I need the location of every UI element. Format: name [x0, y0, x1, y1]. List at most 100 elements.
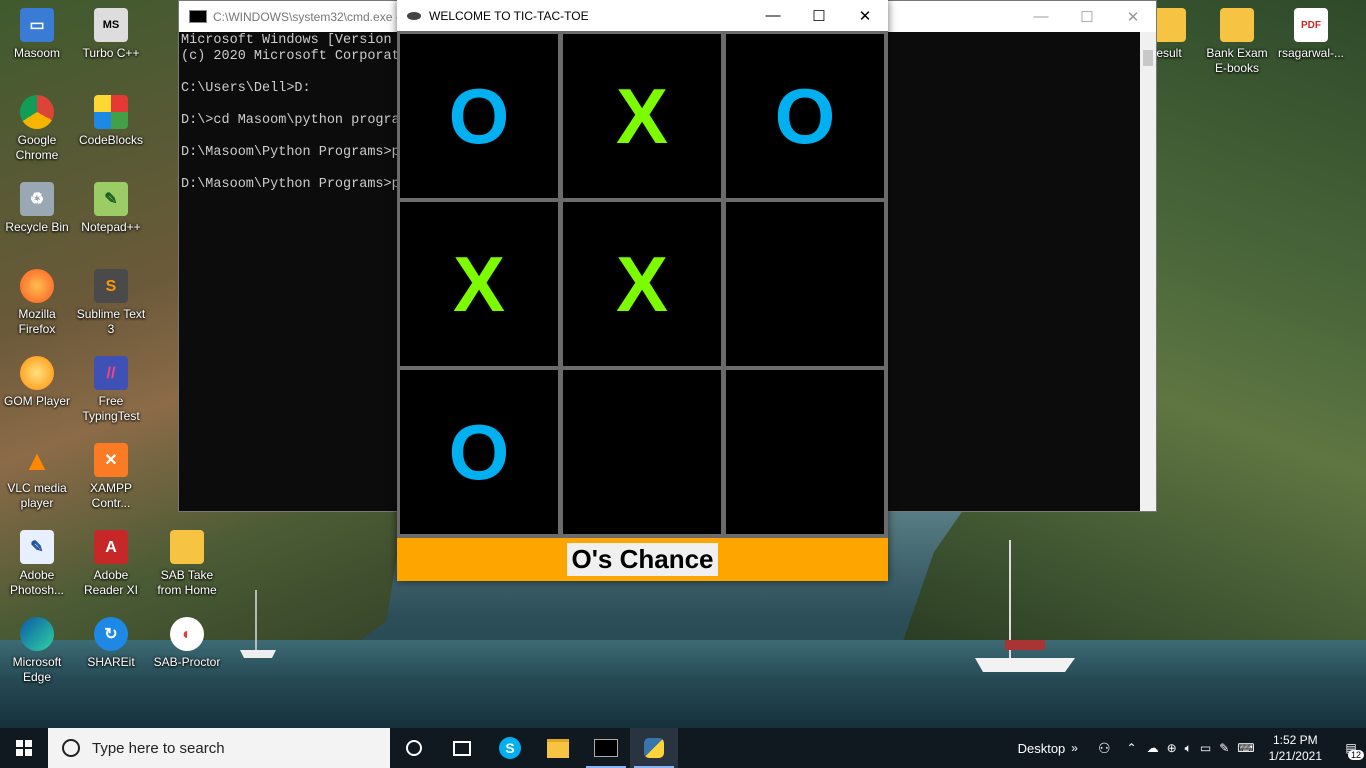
turbo-cpp-icon: MS	[94, 8, 128, 42]
turn-status-bar: O's Chance	[397, 538, 888, 581]
board-cell-2[interactable]: X	[563, 34, 721, 198]
globe-icon[interactable]: ⊕	[1167, 741, 1177, 755]
desktop-icon-label: XAMPP Contr...	[89, 481, 132, 510]
desktop-icon-sublime[interactable]: S Sublime Text 3	[74, 269, 148, 337]
chrome-icon	[20, 95, 54, 129]
taskbar-file-explorer[interactable]	[534, 728, 582, 768]
desktop-icon-label: Adobe Photosh...	[9, 568, 65, 597]
desktop-icon-codeblocks[interactable]: CodeBlocks	[74, 95, 148, 148]
close-button[interactable]: ✕	[1110, 1, 1156, 32]
skype-icon: S	[499, 737, 521, 759]
sailboat-right	[975, 540, 1075, 672]
taskbar-python[interactable]	[630, 728, 678, 768]
desktop-icon-firefox[interactable]: Mozilla Firefox	[0, 269, 74, 337]
tictactoe-titlebar[interactable]: WELCOME TO TIC-TAC-TOE — ☐ ✕	[397, 0, 888, 31]
start-button[interactable]	[0, 728, 48, 768]
board-cell-3[interactable]: O	[726, 34, 884, 198]
desktop-icon-notepadpp[interactable]: ✎ Notepad++	[74, 182, 148, 235]
desktop-icon-sab-proctor[interactable]: ◐ SAB-Proctor	[150, 617, 224, 670]
desktop-icon-shareit[interactable]: ↻ SHAREit	[74, 617, 148, 670]
user-folder-icon: ▭	[20, 8, 54, 42]
desktop-icon-adobe-reader[interactable]: A Adobe Reader XI	[74, 530, 148, 598]
desktop-icon-label: Google Chrome	[15, 133, 59, 162]
desktop-icon-label: esult	[1156, 46, 1182, 60]
board-cell-6[interactable]	[726, 202, 884, 366]
cmd-icon	[189, 10, 207, 23]
desktop-icon-masoom[interactable]: ▭ Masoom	[0, 8, 74, 61]
clock[interactable]: 1:52 PM 1/21/2021	[1269, 732, 1322, 764]
tk-feather-icon	[407, 11, 421, 20]
taskbar-search-box[interactable]: Type here to search	[48, 728, 390, 768]
tictactoe-title: WELCOME TO TIC-TAC-TOE	[429, 8, 589, 23]
battery-icon[interactable]: ▭	[1200, 741, 1211, 755]
pen-icon[interactable]: ✎	[1219, 741, 1229, 755]
desktop-icon-label: Mozilla Firefox	[18, 307, 56, 336]
desktop-icon-edge[interactable]: Microsoft Edge	[0, 617, 74, 685]
file-explorer-icon	[547, 738, 569, 758]
board-cell-9[interactable]	[726, 370, 884, 534]
desktop-icon-label: SAB Take from Home	[157, 568, 217, 597]
board-cell-7[interactable]: O	[400, 370, 558, 534]
clock-time: 1:52 PM	[1272, 733, 1318, 747]
desktop-icon-label: SAB-Proctor	[153, 655, 221, 669]
board-cell-4[interactable]: X	[400, 202, 558, 366]
desktop-icon-label: CodeBlocks	[78, 133, 144, 147]
board-cell-1[interactable]: O	[400, 34, 558, 198]
scrollbar-thumb[interactable]	[1143, 50, 1153, 66]
maximize-button[interactable]: ☐	[796, 0, 842, 31]
desktop-icon-pdf[interactable]: PDF rsagarwal-...	[1274, 8, 1348, 61]
desktop-icon-label: GOM Player	[3, 394, 70, 408]
desktop-icon-bank-exam[interactable]: Bank Exam E-books	[1200, 8, 1274, 76]
photoshop-feather-icon: ✎	[20, 530, 54, 564]
tictactoe-window[interactable]: WELCOME TO TIC-TAC-TOE — ☐ ✕ O X O X X O…	[397, 0, 888, 581]
board-cell-8[interactable]	[563, 370, 721, 534]
minimize-button[interactable]: —	[750, 0, 796, 31]
maximize-button[interactable]: ☐	[1064, 1, 1110, 32]
desktop-icon-chrome[interactable]: Google Chrome	[0, 95, 74, 163]
board-cell-5[interactable]: X	[563, 202, 721, 366]
taskbar-skype[interactable]: S	[486, 728, 534, 768]
desktop-icon-label: Microsoft Edge	[12, 655, 62, 684]
desktop-icon-label: Recycle Bin	[5, 220, 69, 234]
firefox-icon	[20, 269, 54, 303]
clock-date: 1/21/2021	[1268, 749, 1322, 763]
desktop-icon-recycle-bin[interactable]: ♻ Recycle Bin	[0, 182, 74, 235]
desktop-icon-turbo-cpp[interactable]: MS Turbo C++	[74, 8, 148, 61]
sailboat-left	[240, 590, 276, 658]
task-view-button[interactable]	[438, 728, 486, 768]
system-tray: Desktop » ⚇ ⌃ ☁ ⊕ 🔈︎ ▭ ✎ ⌨ 1:52 PM 1/21/…	[1018, 728, 1366, 768]
notification-center-button[interactable]: ▤ 12	[1336, 728, 1366, 768]
typingtest-icon: //	[94, 356, 128, 390]
folder-icon	[1220, 8, 1254, 42]
desktop-icon-label: Free TypingTest	[82, 394, 140, 423]
task-view-icon	[453, 740, 471, 756]
cmd-title: C:\WINDOWS\system32\cmd.exe -	[213, 9, 400, 24]
cortana-button[interactable]	[390, 728, 438, 768]
desktop-icon-gom-player[interactable]: GOM Player	[0, 356, 74, 409]
folder-icon	[170, 530, 204, 564]
desktop-icon-label: SHAREit	[87, 655, 135, 669]
cortana-circle-icon	[406, 740, 422, 756]
keyboard-icon[interactable]: ⌨	[1237, 741, 1254, 755]
taskbar-cmd[interactable]	[582, 728, 630, 768]
chevron-up-icon[interactable]: ⌃	[1127, 741, 1137, 755]
cmd-scrollbar[interactable]	[1140, 32, 1156, 511]
notification-count-badge: 12	[1347, 750, 1364, 760]
people-icon[interactable]: ⚇	[1098, 740, 1111, 757]
recycle-bin-icon: ♻	[20, 182, 54, 216]
minimize-button[interactable]: —	[1018, 1, 1064, 32]
desktop-toolbar-label[interactable]: Desktop	[1018, 741, 1066, 756]
chevron-right-icon[interactable]: »	[1071, 741, 1078, 755]
desktop-icon-label: Notepad++	[81, 220, 141, 234]
desktop-icon-vlc[interactable]: ▲ VLC media player	[0, 443, 74, 511]
desktop-icon-xampp[interactable]: ✕ XAMPP Contr...	[74, 443, 148, 511]
volume-icon[interactable]: 🔈︎	[1185, 741, 1192, 756]
desktop-icon-photoshop[interactable]: ✎ Adobe Photosh...	[0, 530, 74, 598]
desktop-icon-typingtest[interactable]: // Free TypingTest	[74, 356, 148, 424]
onedrive-icon[interactable]: ☁	[1147, 741, 1159, 755]
desktop-icon-sab-take-home[interactable]: SAB Take from Home	[150, 530, 224, 598]
close-button[interactable]: ✕	[842, 0, 888, 31]
desktop-icon-label: Turbo C++	[82, 46, 140, 60]
shareit-icon: ↻	[94, 617, 128, 651]
pdf-file-icon: PDF	[1294, 8, 1328, 42]
